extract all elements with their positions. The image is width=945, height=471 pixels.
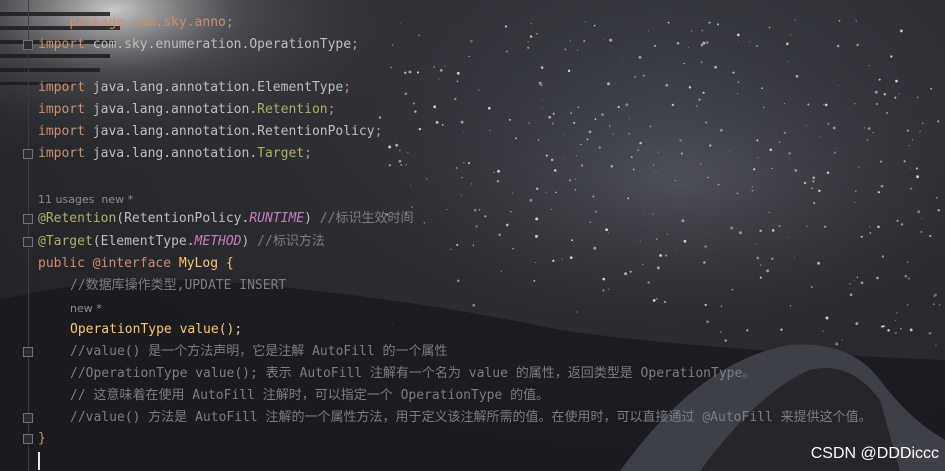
import-keyword: import [38, 80, 85, 95]
import-class: Target [257, 146, 305, 161]
comment-text: // 这意味着在使用 AutoFill 注解时，可以指定一个 Operation… [70, 388, 550, 403]
semicolon: ; [351, 37, 359, 52]
target-comment: //标识方法 [249, 234, 325, 249]
code-line-comment-1[interactable]: //value() 是一个方法声明，它是注解 AutoFill 的一个属性 [70, 341, 448, 363]
import-keyword: import [38, 102, 85, 117]
import-path: java.lang.annotation. [84, 146, 258, 161]
close-brace: } [38, 431, 46, 446]
import-path: java.lang.annotation.RetentionPolicy [84, 124, 375, 139]
semicolon: ; [343, 80, 352, 95]
code-line-import-target[interactable]: import java.lang.annotation.Target; [38, 143, 312, 165]
fold-marker-icon[interactable] [23, 237, 33, 247]
comment-text: //value() 是一个方法声明，它是注解 AutoFill 的一个属性 [70, 344, 448, 359]
target-annotation: @Target [38, 234, 93, 249]
fold-marker-icon[interactable] [23, 413, 33, 423]
code-line-type-comment[interactable]: //数据库操作类型,UPDATE INSERT [70, 275, 286, 297]
fold-marker-icon[interactable] [23, 149, 33, 159]
code-line-package[interactable]: package com.sky.anno; [38, 0, 233, 30]
retention-close: ) [304, 211, 312, 226]
usages-inlay-hint[interactable]: 11 usages new * [38, 191, 133, 209]
semicolon: ; [327, 102, 336, 117]
code-line-interface-declaration[interactable]: public @interface MyLog { [38, 253, 234, 275]
retention-value: RUNTIME [249, 211, 305, 226]
import-path: com.sky.enumeration.OperationType [84, 37, 352, 52]
semicolon: ; [374, 124, 383, 139]
retention-arg: (RetentionPolicy. [116, 211, 250, 226]
code-line-import-retention[interactable]: import java.lang.annotation.Retention; [38, 99, 335, 121]
method-end: (); [218, 322, 243, 337]
import-path: java.lang.annotation. [84, 102, 258, 117]
import-path: java.lang.annotation.ElementType [84, 80, 344, 95]
fold-marker-icon[interactable] [23, 214, 33, 224]
csdn-watermark: CSDN @DDDiccc [810, 445, 939, 462]
code-line-target-annotation[interactable]: @Target(ElementType.METHOD) //标识方法 [38, 231, 325, 253]
code-line-comment-2[interactable]: //OperationType value(); 表示 AutoFill 注解有… [70, 363, 755, 385]
code-editor[interactable]: package com.sky.anno; import com.sky.enu… [0, 0, 945, 471]
return-type: OperationType [70, 322, 180, 337]
import-class: Retention [257, 102, 328, 117]
code-line-comment-3[interactable]: // 这意味着在使用 AutoFill 注解时，可以指定一个 Operation… [70, 385, 549, 407]
code-line-retention-annotation[interactable]: @Retention(RetentionPolicy.RUNTIME) //标识… [38, 208, 413, 230]
import-keyword: import [38, 37, 85, 52]
code-line-import-operationtype[interactable]: import com.sky.enumeration.OperationType… [38, 34, 359, 56]
text-caret [38, 452, 40, 470]
comment-text: //value() 方法是 AutoFill 注解的一个属性方法，用于定义该注解… [70, 410, 872, 425]
fold-marker-icon[interactable] [23, 434, 33, 444]
fold-marker-icon[interactable] [23, 40, 33, 50]
at-interface-keyword: @interface [92, 256, 172, 271]
type-comment: //数据库操作类型,UPDATE INSERT [70, 278, 287, 293]
semicolon: ; [304, 146, 312, 161]
code-line-comment-4[interactable]: //value() 方法是 AutoFill 注解的一个属性方法，用于定义该注解… [70, 407, 872, 429]
code-line-value-method[interactable]: OperationType value(); [70, 319, 242, 341]
retention-annotation: @Retention [38, 211, 117, 226]
code-line-import-retentionpolicy[interactable]: import java.lang.annotation.RetentionPol… [38, 121, 382, 143]
interface-name: MyLog { [171, 256, 234, 271]
target-arg: (ElementType. [92, 234, 195, 249]
comment-text: //OperationType value(); 表示 AutoFill 注解有… [70, 366, 756, 381]
method-new-inlay-hint[interactable]: new * [70, 300, 102, 318]
method-name: value [179, 322, 219, 337]
import-keyword: import [38, 124, 85, 139]
code-line-import-elementtype[interactable]: import java.lang.annotation.ElementType; [38, 77, 351, 99]
retention-comment: //标识生效时间 [311, 211, 414, 226]
target-value: METHOD [194, 234, 242, 249]
fold-marker-icon[interactable] [23, 347, 33, 357]
package-statement: package com.sky.anno; [69, 15, 234, 30]
import-keyword: import [38, 146, 85, 161]
public-keyword: public [38, 256, 93, 271]
code-line-close-brace[interactable]: } [38, 428, 46, 450]
